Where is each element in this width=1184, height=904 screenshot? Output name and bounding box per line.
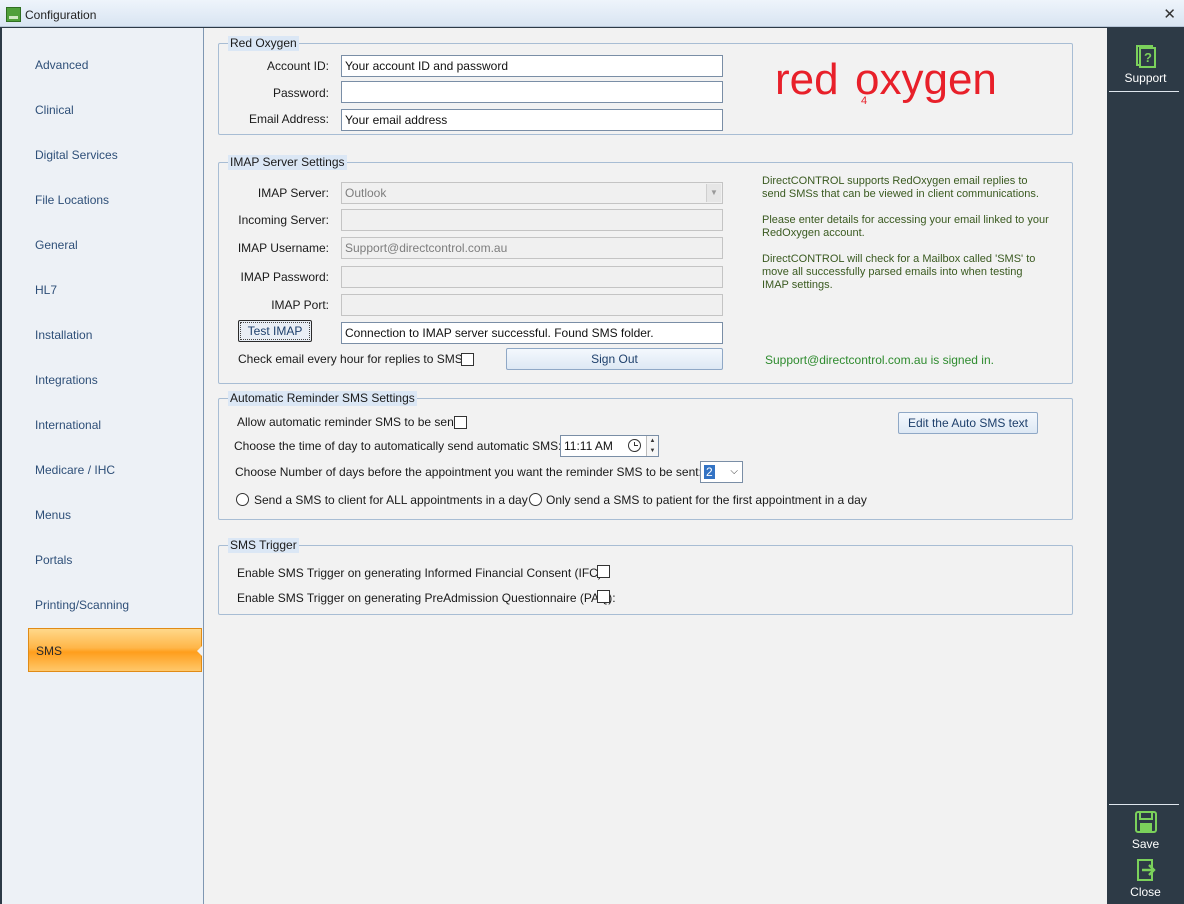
account-id-field[interactable]: Your account ID and password xyxy=(341,55,723,77)
days-before-label: Choose Number of days before the appoint… xyxy=(235,465,702,479)
save-button[interactable]: Save xyxy=(1107,810,1184,851)
radio-all-appointments[interactable] xyxy=(236,493,249,506)
imap-port-label: IMAP Port: xyxy=(271,298,329,312)
sidebar-item-integrations[interactable]: Integrations xyxy=(28,358,202,402)
exit-door-icon xyxy=(1136,859,1156,881)
incoming-server-field[interactable] xyxy=(341,209,723,231)
info-text-2a: Please enter details for accessing your … xyxy=(762,214,1049,226)
days-before-value: 2 xyxy=(704,465,715,479)
dropdown-arrow-icon: ▼ xyxy=(706,184,721,202)
account-id-label: Account ID: xyxy=(266,59,329,73)
test-imap-button[interactable]: Test IMAP xyxy=(238,320,312,342)
close-window-icon[interactable]: ✕ xyxy=(1163,5,1176,23)
close-button[interactable]: Close xyxy=(1107,858,1184,899)
time-spinner-icon[interactable]: ▲ ▼ xyxy=(646,436,658,456)
password-label: Password: xyxy=(272,86,329,100)
sidebar-item-sms[interactable]: SMS xyxy=(28,628,203,672)
sidebar-item-file-locations[interactable]: File Locations xyxy=(28,178,202,222)
info-text-2b: RedOxygen account. xyxy=(762,227,865,239)
support-label: Support xyxy=(1124,71,1167,85)
radio-first-appointment-label: Only send a SMS to patient for the first… xyxy=(546,493,867,507)
sidebar-item-international[interactable]: International xyxy=(28,403,202,447)
red-oxygen-group: Red Oxygen Account ID: Your account ID a… xyxy=(218,36,1073,135)
radio-all-appointments-label: Send a SMS to client for ALL appointment… xyxy=(254,493,528,507)
support-button[interactable]: ? Support xyxy=(1107,44,1184,85)
logo-mark: 4 xyxy=(861,95,867,107)
auto-sms-time-picker[interactable]: 11:11 AM ▲ ▼ xyxy=(560,435,659,457)
auto-reminder-group: Automatic Reminder SMS Settings Allow au… xyxy=(218,391,1073,520)
imap-server-value: Outlook xyxy=(345,186,387,200)
config-main-panel: Red Oxygen Account ID: Your account ID a… xyxy=(204,28,1107,904)
sidebar-item-menus[interactable]: Menus xyxy=(28,493,202,537)
svg-text:?: ? xyxy=(1144,50,1152,65)
logo-text-red: red xyxy=(775,55,839,104)
sms-trigger-group: SMS Trigger Enable SMS Trigger on genera… xyxy=(218,538,1073,615)
info-text-1b: send SMSs that can be viewed in client c… xyxy=(762,188,1039,200)
ifc-trigger-checkbox[interactable] xyxy=(597,565,610,578)
sidebar-item-hl7[interactable]: HL7 xyxy=(28,268,202,312)
check-hourly-label: Check email every hour for replies to SM… xyxy=(238,352,472,366)
paq-trigger-label: Enable SMS Trigger on generating PreAdmi… xyxy=(237,591,616,605)
imap-server-dropdown[interactable]: Outlook ▼ xyxy=(341,182,723,204)
email-address-label: Email Address: xyxy=(248,112,329,126)
email-address-field[interactable]: Your email address xyxy=(341,109,723,131)
password-field[interactable] xyxy=(341,81,723,103)
allow-auto-sms-label: Allow automatic reminder SMS to be sent xyxy=(237,415,458,429)
auto-sms-time-label: Choose the time of day to automatically … xyxy=(234,439,562,453)
imap-password-field[interactable] xyxy=(341,266,723,288)
red-oxygen-group-title: Red Oxygen xyxy=(228,36,299,51)
sms-trigger-group-title: SMS Trigger xyxy=(228,538,299,553)
imap-password-label: IMAP Password: xyxy=(240,270,329,284)
close-label: Close xyxy=(1130,885,1161,899)
imap-server-label: IMAP Server: xyxy=(257,186,329,200)
window-title: Configuration xyxy=(25,8,97,22)
auto-sms-time-value: 11:11 AM xyxy=(564,439,613,453)
days-before-dropdown[interactable]: 2 ⌵ xyxy=(700,461,743,483)
clock-icon[interactable] xyxy=(628,439,641,452)
sidebar-item-advanced[interactable]: Advanced xyxy=(28,43,202,87)
signed-in-status: Support@directcontrol.com.au is signed i… xyxy=(765,353,994,367)
command-bar: ? Support Save Close xyxy=(1107,28,1184,904)
check-hourly-checkbox[interactable] xyxy=(461,353,474,366)
edit-auto-sms-text-button[interactable]: Edit the Auto SMS text xyxy=(898,412,1038,434)
imap-username-field[interactable]: Support@directcontrol.com.au xyxy=(341,237,723,259)
imap-settings-group: IMAP Server Settings IMAP Server: Outloo… xyxy=(218,155,1073,384)
help-book-icon: ? xyxy=(1135,45,1156,68)
sign-out-button[interactable]: Sign Out xyxy=(506,348,723,370)
logo-text-oxygen: oxygen xyxy=(855,55,997,104)
info-text-3a: DirectCONTROL will check for a Mailbox c… xyxy=(762,253,1036,265)
sidebar-item-medicare-ihc[interactable]: Medicare / IHC xyxy=(28,448,202,492)
info-text-3b: move all successfully parsed emails into… xyxy=(762,266,1023,278)
allow-auto-sms-checkbox[interactable] xyxy=(454,416,467,429)
sidebar-item-installation[interactable]: Installation xyxy=(28,313,202,357)
command-bar-divider-top xyxy=(1109,91,1179,92)
imap-username-label: IMAP Username: xyxy=(237,241,329,255)
imap-group-title: IMAP Server Settings xyxy=(228,155,347,170)
radio-first-appointment[interactable] xyxy=(529,493,542,506)
sidebar-item-digital-services[interactable]: Digital Services xyxy=(28,133,202,177)
window-titlebar: Configuration ✕ xyxy=(0,0,1184,27)
info-text-3c: IMAP settings. xyxy=(762,279,833,291)
save-label: Save xyxy=(1131,837,1160,851)
save-disk-icon xyxy=(1134,811,1157,833)
auto-reminder-group-title: Automatic Reminder SMS Settings xyxy=(228,391,417,406)
sidebar-item-printing-scanning[interactable]: Printing/Scanning xyxy=(28,583,202,627)
sidebar-item-general[interactable]: General xyxy=(28,223,202,267)
config-sidebar: Advanced Clinical Digital Services File … xyxy=(2,28,204,904)
paq-trigger-checkbox[interactable] xyxy=(597,590,610,603)
app-icon xyxy=(6,7,21,22)
command-bar-divider-bottom xyxy=(1109,804,1179,805)
imap-test-result-field[interactable]: Connection to IMAP server successful. Fo… xyxy=(341,322,723,344)
redoxygen-logo: red oxygen 4 xyxy=(775,55,997,107)
incoming-server-label: Incoming Server: xyxy=(238,213,329,227)
chevron-down-icon: ⌵ xyxy=(730,466,738,477)
imap-port-field[interactable] xyxy=(341,294,723,316)
sidebar-item-portals[interactable]: Portals xyxy=(28,538,202,582)
sidebar-item-clinical[interactable]: Clinical xyxy=(28,88,202,132)
ifc-trigger-label: Enable SMS Trigger on generating Informe… xyxy=(237,566,606,580)
info-text-1a: DirectCONTROL supports RedOxygen email r… xyxy=(762,175,1028,187)
